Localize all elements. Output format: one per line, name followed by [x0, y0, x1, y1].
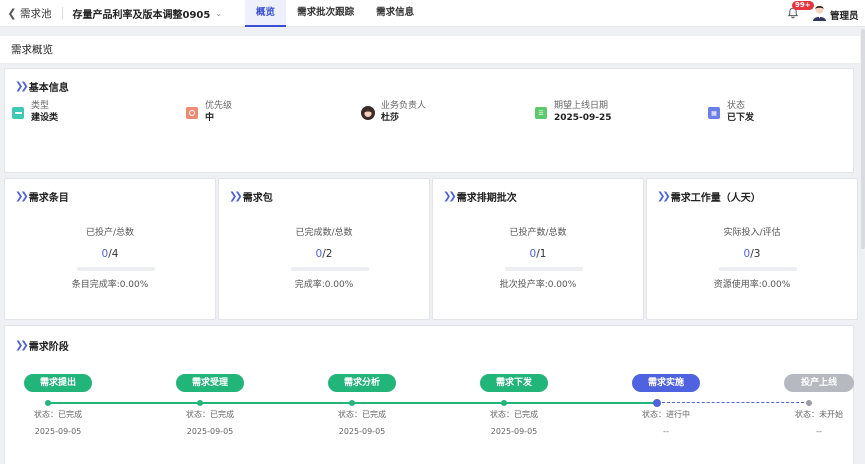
user-avatar-icon[interactable] [812, 4, 827, 21]
stage-status: 状态：未开始 [795, 410, 843, 419]
type-icon [12, 107, 24, 119]
progress-bar [291, 267, 369, 271]
stat-rate: 条目完成率:0.00% [71, 280, 149, 290]
double-chevron-icon: ❯❯ [229, 191, 243, 202]
card-title: 需求排期批次 [456, 193, 517, 204]
divider [61, 7, 63, 19]
priority-icon [186, 107, 198, 119]
stat-rate: 资源使用率:0.00% [713, 280, 791, 290]
stat-card-workload: ❯❯ 需求工作量（人天） 实际投入/评估 0/3 资源使用率:0.00% [646, 178, 858, 320]
progress-bar [77, 267, 155, 271]
info-value: 杜莎 [381, 113, 400, 123]
info-owner: 业务负责人 杜莎 [361, 100, 426, 124]
notification-badge: 99+ [792, 1, 814, 10]
stage-status: 状态：已完成 [490, 410, 538, 419]
stage-pill[interactable]: 投产上线 [784, 374, 854, 392]
info-status: ▦ 状态已下发 [708, 100, 754, 124]
info-value: 建设类 [31, 113, 59, 123]
stat-label: 已完成数/总数 [295, 228, 353, 238]
stage-line-pending [657, 402, 809, 403]
info-label: 类型 [31, 101, 50, 111]
info-value: 已下发 [727, 113, 755, 123]
stage-pill[interactable]: 需求分析 [328, 374, 396, 392]
stage-date: 2025-09-05 [490, 427, 538, 436]
stat-label: 已投产数/总数 [509, 228, 567, 238]
stage-pill[interactable]: 需求受理 [176, 374, 244, 392]
stat-label: 已投产/总数 [85, 228, 135, 238]
chevron-down-icon[interactable]: ⌄ [215, 9, 222, 18]
stat-value: 0/1 [433, 248, 643, 260]
stage-date: -- [816, 427, 822, 436]
stage-date: 2025-09-05 [338, 427, 386, 436]
top-bar: ❮ 需求池 存量产品利率及版本调整0905 ⌄ 概览 需求批次跟踪 需求信息 [0, 0, 865, 27]
stat-rate: 完成率:0.00% [294, 280, 354, 290]
stat-rate: 批次投产率:0.00% [499, 280, 577, 290]
stages-card: ❯❯ 需求阶段 [4, 325, 854, 464]
progress-bar [505, 267, 583, 271]
tab-requirement-info[interactable]: 需求信息 [365, 0, 425, 27]
stage-status: 状态：已完成 [34, 410, 82, 419]
double-chevron-icon: ❯❯ [657, 191, 671, 202]
back-arrow-icon[interactable]: ❮ [5, 6, 19, 20]
stage-pill[interactable]: 需求下发 [480, 374, 548, 392]
overview-header: 需求概览 [0, 36, 860, 64]
stage-date: -- [663, 427, 669, 436]
scrollbar[interactable] [861, 29, 865, 249]
stage-status: 状态：进行中 [642, 410, 690, 419]
page-title: 需求概览 [11, 44, 53, 56]
card-title: 需求阶段 [28, 342, 69, 353]
tab-batch-tracking[interactable]: 需求批次跟踪 [286, 0, 365, 27]
stage-status: 状态：已完成 [186, 410, 234, 419]
stage-pill[interactable]: 需求实施 [632, 374, 700, 392]
pool-link[interactable]: 需求池 [20, 6, 52, 21]
info-value: 中 [205, 113, 215, 123]
stage-date: 2025-09-05 [34, 427, 82, 436]
info-value: 2025-09-25 [554, 113, 612, 123]
stage-dot [45, 400, 51, 406]
status-icon: ▦ [708, 107, 720, 119]
stat-value: 0/2 [219, 248, 429, 260]
info-expected-date: ☰ 期望上线日期 2025-09-25 [535, 100, 612, 124]
user-name[interactable]: 管理员 [830, 8, 859, 22]
card-title: 基本信息 [28, 83, 69, 94]
double-chevron-icon: ❯❯ [15, 191, 29, 202]
stage-pill[interactable]: 需求提出 [24, 374, 92, 392]
double-chevron-icon: ❯❯ [15, 81, 29, 92]
stat-total: /2 [322, 248, 333, 260]
stage-dot [501, 400, 507, 406]
stat-total: /3 [750, 248, 761, 260]
project-name[interactable]: 存量产品利率及版本调整0905 [73, 6, 211, 21]
stage-date: 2025-09-05 [186, 427, 234, 436]
owner-avatar-icon [361, 106, 375, 120]
double-chevron-icon: ❯❯ [15, 340, 29, 351]
info-label: 期望上线日期 [554, 101, 609, 111]
card-title: 需求工作量（人天） [670, 193, 761, 204]
tab-bar: 概览 需求批次跟踪 需求信息 [245, 0, 425, 27]
stat-card-batches: ❯❯ 需求排期批次 已投产数/总数 0/1 批次投产率:0.00% [432, 178, 644, 320]
stat-value: 0/3 [647, 248, 857, 260]
calendar-icon: ☰ [535, 107, 547, 119]
stat-total: /4 [108, 248, 119, 260]
stage-dot [349, 400, 355, 406]
stage-dot [197, 400, 203, 406]
stat-label: 实际投入/评估 [723, 228, 781, 238]
stat-card-packages: ❯❯ 需求包 已完成数/总数 0/2 完成率:0.00% [218, 178, 430, 320]
tab-overview[interactable]: 概览 [245, 0, 287, 27]
progress-bar [719, 267, 797, 271]
info-label: 业务负责人 [381, 101, 427, 111]
stat-total: /1 [536, 248, 547, 260]
card-title: 需求包 [242, 193, 273, 204]
stat-value: 0/4 [5, 248, 215, 260]
card-title: 需求条目 [28, 193, 69, 204]
stage-dot [806, 400, 812, 406]
info-label: 优先级 [205, 101, 233, 111]
info-priority: 优先级中 [186, 100, 232, 124]
double-chevron-icon: ❯❯ [443, 191, 457, 202]
stat-card-items: ❯❯ 需求条目 已投产/总数 0/4 条目完成率:0.00% [4, 178, 216, 320]
stage-status: 状态：已完成 [338, 410, 386, 419]
info-label: 状态 [727, 101, 746, 111]
info-type: 类型 建设类 [12, 100, 58, 124]
stage-dot [653, 399, 661, 407]
